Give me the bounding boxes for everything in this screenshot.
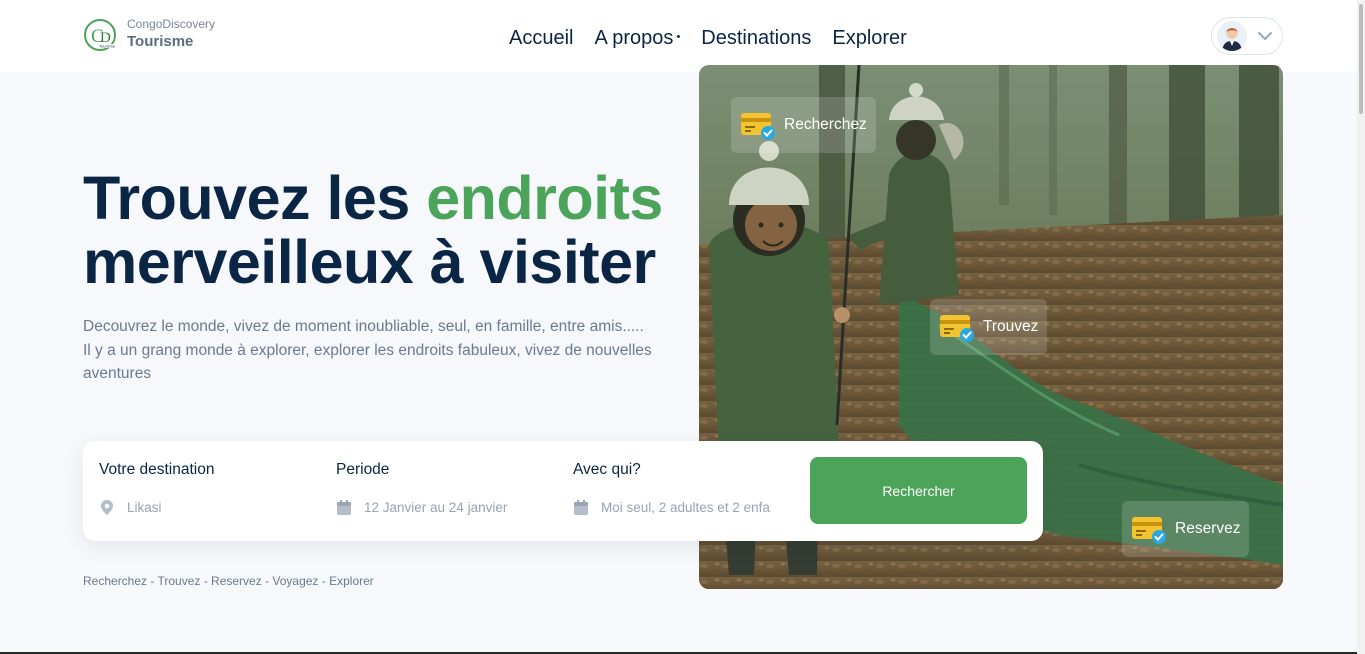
chip-reservez: Reservez	[1122, 501, 1250, 557]
nav-a-propos-label: A propos	[594, 27, 674, 49]
nav-accueil[interactable]: Accueil	[509, 25, 573, 51]
scrollbar-thumb[interactable]	[1359, 4, 1363, 114]
companions-field[interactable]: Avec qui? Moi seul, 2 adultes et 2 enfan…	[573, 461, 771, 516]
header: C D Tourisme CongoDiscovery Tourisme Acc…	[0, 0, 1365, 72]
calendar-icon	[337, 500, 351, 515]
brand-name: Tourisme	[127, 33, 194, 50]
brand-logo[interactable]: C D Tourisme CongoDiscovery Tourisme	[84, 17, 215, 53]
search-button[interactable]: Rechercher	[810, 457, 1027, 524]
chevron-down-icon	[1258, 32, 1272, 40]
credit-card-check-icon	[940, 315, 974, 342]
logo-mark-icon: C D Tourisme	[84, 19, 116, 51]
credit-card-check-icon	[741, 113, 775, 140]
hero-title-part1: Trouvez les	[83, 164, 427, 232]
destination-label: Votre destination	[99, 461, 215, 478]
search-card: Votre destination Likasi Periode 12 Janv…	[83, 441, 1043, 541]
brand-sub: CongoDiscovery	[127, 17, 216, 31]
hero-title-accent: endroits	[426, 164, 663, 232]
destination-value: Likasi	[127, 500, 162, 515]
main-nav: Accueil A propos • Destinations Explorer	[509, 24, 928, 51]
period-field[interactable]: Periode 12 Janvier au 24 janvier	[336, 461, 546, 516]
chip-recherchez: Recherchez	[731, 97, 876, 153]
hero-title-part2: merveilleux à visiter	[83, 228, 656, 296]
hero-desc-line1: Decouvrez le monde, vivez de moment inou…	[83, 318, 644, 335]
nav-explorer[interactable]: Explorer	[832, 25, 906, 51]
companions-label: Avec qui?	[573, 461, 641, 478]
period-label: Periode	[336, 461, 390, 478]
user-menu-button[interactable]	[1211, 17, 1283, 55]
svg-text:Tourisme: Tourisme	[99, 44, 116, 49]
chip-label: Trouvez	[983, 318, 1039, 335]
map-pin-icon	[101, 500, 113, 515]
dropdown-dot-icon: •	[676, 31, 681, 43]
calendar-icon	[574, 500, 588, 515]
hero-title: Trouvez les endroits merveilleux à visite…	[83, 166, 703, 294]
tagline: Recherchez - Trouvez - Reservez - Voyage…	[83, 574, 374, 588]
hero-desc-line2: Il y a un grang monde à explorer, explor…	[83, 341, 652, 383]
chip-label: Recherchez	[784, 116, 867, 133]
avatar	[1217, 21, 1247, 51]
period-value: 12 Janvier au 24 janvier	[364, 500, 508, 515]
nav-destinations[interactable]: Destinations	[701, 25, 811, 51]
chip-trouvez: Trouvez	[930, 299, 1048, 355]
companions-value: Moi seul, 2 adultes et 2 enfants	[601, 500, 771, 515]
nav-a-propos[interactable]: A propos •	[594, 24, 680, 51]
credit-card-check-icon	[1132, 517, 1166, 544]
chip-label: Reservez	[1175, 520, 1241, 537]
hero-description: Decouvrez le monde, vivez de moment inou…	[83, 315, 683, 386]
destination-field[interactable]: Votre destination Likasi	[99, 461, 309, 516]
